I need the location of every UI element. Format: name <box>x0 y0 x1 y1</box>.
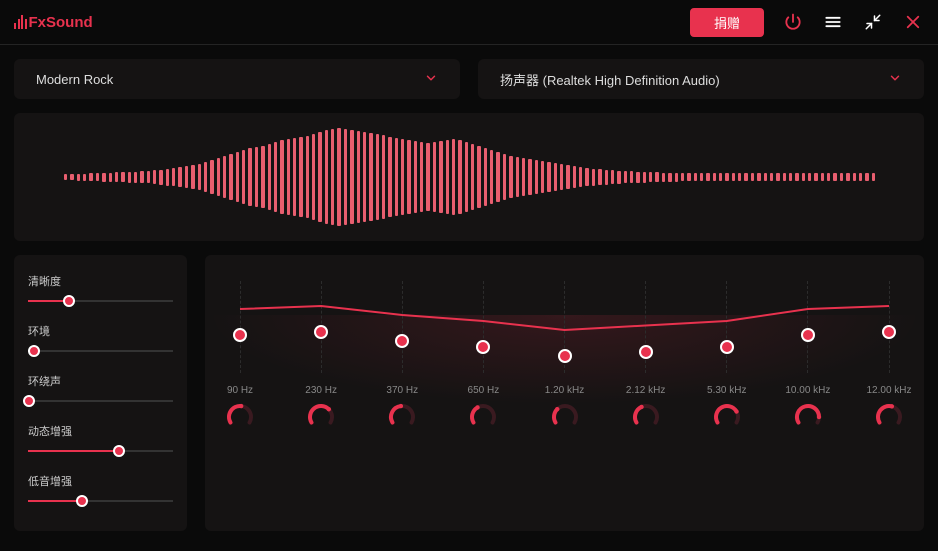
eq-node[interactable] <box>395 334 409 348</box>
chevron-down-icon <box>424 71 438 88</box>
eq-band: 90 Hz <box>233 281 247 431</box>
eq-knob[interactable] <box>632 403 660 431</box>
eq-band: 370 Hz <box>395 281 409 431</box>
eq-band: 650 Hz <box>476 281 490 431</box>
slider-group: 清晰度 <box>28 273 173 308</box>
minimize-icon[interactable] <box>862 11 884 33</box>
output-value: 扬声器 (Realtek High Definition Audio) <box>500 70 720 89</box>
waveform-visualizer <box>64 127 874 227</box>
output-dropdown[interactable]: 扬声器 (Realtek High Definition Audio) <box>478 59 924 99</box>
slider-label: 低音增强 <box>28 473 173 489</box>
slider-label: 清晰度 <box>28 273 173 289</box>
eq-grid: 90 Hz 230 Hz 370 Hz <box>233 281 896 431</box>
dropdown-row: Modern Rock 扬声器 (Realtek High Definition… <box>14 59 924 99</box>
eq-knob[interactable] <box>307 403 335 431</box>
eq-node[interactable] <box>639 345 653 359</box>
eq-gridline <box>645 281 646 373</box>
donate-button[interactable]: 捐赠 <box>690 8 764 37</box>
eq-gridline <box>807 281 808 373</box>
eq-band: 10.00 kHz <box>801 281 815 431</box>
eq-node[interactable] <box>314 325 328 339</box>
equalizer-panel: 90 Hz 230 Hz 370 Hz <box>205 255 924 531</box>
main-content: Modern Rock 扬声器 (Realtek High Definition… <box>0 45 938 545</box>
eq-freq-label: 2.12 kHz <box>626 385 665 396</box>
eq-node[interactable] <box>233 328 247 342</box>
slider-track[interactable] <box>28 394 173 408</box>
app-logo: FxSound <box>14 14 93 31</box>
eq-freq-label: 90 Hz <box>227 385 253 396</box>
eq-band: 2.12 kHz <box>639 281 653 431</box>
slider-group: 低音增强 <box>28 473 173 508</box>
waveform-panel <box>14 113 924 241</box>
eq-knob[interactable] <box>551 403 579 431</box>
slider-track[interactable] <box>28 494 173 508</box>
eq-band: 5.30 kHz <box>720 281 734 431</box>
logo-bars-icon <box>14 15 27 29</box>
eq-node[interactable] <box>720 340 734 354</box>
eq-knob[interactable] <box>875 403 903 431</box>
eq-knob[interactable] <box>388 403 416 431</box>
bottom-row: 清晰度 环境 环绕声 动态增强 低音增强 <box>14 255 924 531</box>
menu-icon[interactable] <box>822 11 844 33</box>
eq-gridline <box>726 281 727 373</box>
eq-node[interactable] <box>558 349 572 363</box>
eq-freq-label: 12.00 kHz <box>866 385 911 396</box>
eq-band: 1.20 kHz <box>558 281 572 431</box>
eq-knob[interactable] <box>713 403 741 431</box>
close-icon[interactable] <box>902 11 924 33</box>
slider-group: 环境 <box>28 323 173 358</box>
titlebar: FxSound 捐赠 <box>0 0 938 45</box>
titlebar-actions: 捐赠 <box>690 8 924 37</box>
slider-label: 动态增强 <box>28 423 173 439</box>
eq-knob[interactable] <box>469 403 497 431</box>
slider-group: 动态增强 <box>28 423 173 458</box>
slider-label: 环境 <box>28 323 173 339</box>
app-name: FxSound <box>29 14 93 31</box>
slider-track[interactable] <box>28 294 173 308</box>
preset-value: Modern Rock <box>36 72 113 87</box>
eq-knob[interactable] <box>226 403 254 431</box>
eq-gridline <box>240 281 241 373</box>
eq-band: 12.00 kHz <box>882 281 896 431</box>
preset-dropdown[interactable]: Modern Rock <box>14 59 460 99</box>
slider-thumb[interactable] <box>63 295 75 307</box>
eq-freq-label: 10.00 kHz <box>785 385 830 396</box>
eq-band: 230 Hz <box>314 281 328 431</box>
eq-freq-label: 5.30 kHz <box>707 385 746 396</box>
slider-thumb[interactable] <box>76 495 88 507</box>
eq-knob[interactable] <box>794 403 822 431</box>
slider-group: 环绕声 <box>28 373 173 408</box>
eq-node[interactable] <box>476 340 490 354</box>
eq-node[interactable] <box>882 325 896 339</box>
eq-freq-label: 650 Hz <box>468 385 500 396</box>
eq-freq-label: 230 Hz <box>305 385 337 396</box>
slider-thumb[interactable] <box>28 345 40 357</box>
effects-panel: 清晰度 环境 环绕声 动态增强 低音增强 <box>14 255 187 531</box>
power-icon[interactable] <box>782 11 804 33</box>
eq-freq-label: 370 Hz <box>386 385 418 396</box>
eq-gridline <box>402 281 403 373</box>
eq-freq-label: 1.20 kHz <box>545 385 584 396</box>
eq-node[interactable] <box>801 328 815 342</box>
slider-label: 环绕声 <box>28 373 173 389</box>
slider-track[interactable] <box>28 344 173 358</box>
slider-thumb[interactable] <box>23 395 35 407</box>
slider-track[interactable] <box>28 444 173 458</box>
slider-thumb[interactable] <box>113 445 125 457</box>
eq-gridline <box>483 281 484 373</box>
chevron-down-icon <box>888 71 902 88</box>
